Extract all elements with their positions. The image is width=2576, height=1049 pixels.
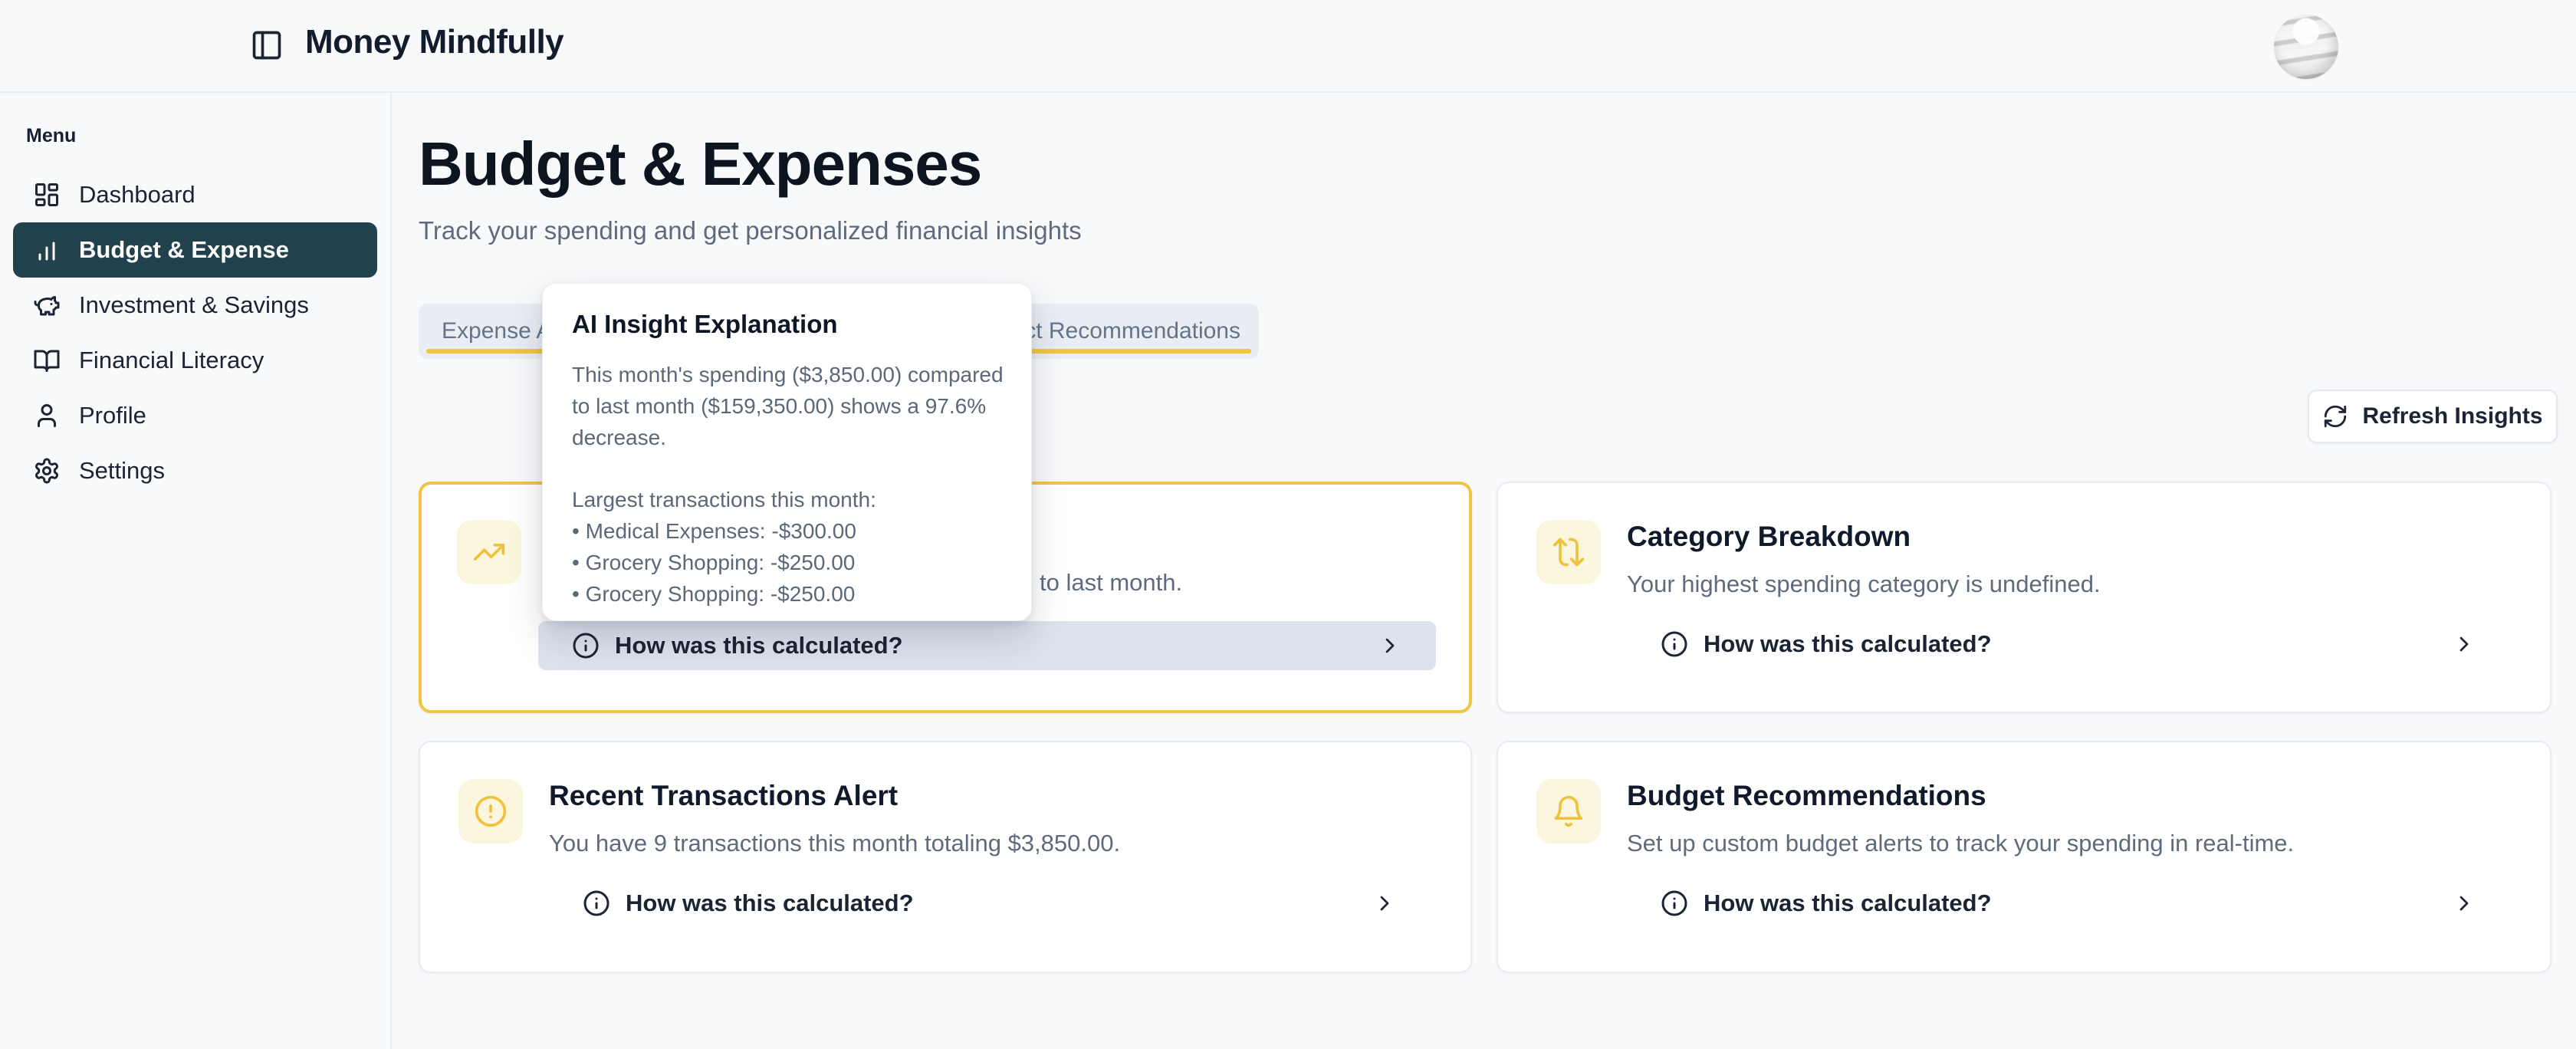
how-calculated-label: How was this calculated?: [1704, 890, 2452, 917]
dashboard-grid-icon: [33, 181, 61, 209]
how-calculated-label: How was this calculated?: [626, 890, 1372, 917]
sidebar-toggle-button[interactable]: [248, 28, 285, 64]
sidebar-item-profile[interactable]: Profile: [13, 388, 377, 443]
sidebar: Menu Dashboard Budget & Expense Investme…: [0, 94, 392, 1049]
popover-bullet: • Medical Expenses: -$300.00: [572, 515, 1016, 547]
repeat-icon: [1536, 520, 1601, 584]
refresh-insights-label: Refresh Insights: [2362, 403, 2542, 429]
bar-chart-icon: [33, 236, 61, 264]
sidebar-item-label: Financial Literacy: [79, 347, 264, 374]
how-calculated-button[interactable]: How was this calculated?: [549, 879, 1431, 928]
card-description-fragment: to last month.: [1040, 569, 1182, 597]
insight-card-budget-recommendations: Budget Recommendations Set up custom bud…: [1497, 741, 2551, 973]
card-title: Category Breakdown: [1627, 520, 2510, 554]
app-window: Money Mindfully Menu Dashboard Budget & …: [0, 0, 2576, 1049]
popover-title: AI Insight Explanation: [572, 310, 1016, 339]
how-calculated-label: How was this calculated?: [1704, 630, 2452, 658]
insight-card-category-breakdown: Category Breakdown Your highest spending…: [1497, 482, 2551, 713]
tab-recommendations[interactable]: ct Recommendations: [1024, 304, 1240, 359]
how-calculated-button[interactable]: How was this calculated?: [1627, 620, 2510, 669]
sidebar-item-settings[interactable]: Settings: [13, 443, 377, 498]
info-icon: [572, 632, 600, 659]
sidebar-nav: Dashboard Budget & Expense Investment & …: [0, 167, 390, 498]
sidebar-item-label: Budget & Expense: [79, 236, 289, 264]
chevron-right-icon: [2452, 891, 2476, 916]
refresh-insights-button[interactable]: Refresh Insights: [2308, 390, 2558, 443]
sidebar-item-investment-savings[interactable]: Investment & Savings: [13, 278, 377, 333]
info-icon: [1661, 890, 1688, 917]
info-icon: [1661, 630, 1688, 658]
insight-card-recent-transactions: Recent Transactions Alert You have 9 tra…: [419, 741, 1472, 973]
popover-text-line: decrease.: [572, 422, 1016, 453]
card-description: You have 9 transactions this month total…: [549, 828, 1431, 859]
popover-bullet: • Grocery Shopping: -$250.00: [572, 578, 1016, 610]
popover-spacer: [572, 453, 1016, 484]
card-title: Budget Recommendations: [1627, 779, 2510, 813]
info-icon: [583, 890, 610, 917]
chevron-right-icon: [1378, 633, 1402, 658]
gear-icon: [33, 457, 61, 485]
refresh-icon: [2322, 403, 2348, 429]
how-calculated-button[interactable]: How was this calculated?: [538, 621, 1436, 670]
sidebar-item-financial-literacy[interactable]: Financial Literacy: [13, 333, 377, 388]
app-title: Money Mindfully: [305, 23, 564, 61]
popover-body: This month's spending ($3,850.00) compar…: [572, 359, 1016, 610]
chevron-right-icon: [1372, 891, 1397, 916]
sidebar-item-label: Investment & Savings: [79, 291, 309, 319]
ai-insight-popover: AI Insight Explanation This month's spen…: [542, 283, 1032, 621]
card-title: Recent Transactions Alert: [549, 779, 1431, 813]
card-description: Your highest spending category is undefi…: [1627, 569, 2510, 600]
card-description: Set up custom budget alerts to track you…: [1627, 828, 2510, 859]
user-icon: [33, 402, 61, 429]
trending-up-icon: [457, 520, 521, 584]
popover-list-intro: Largest transactions this month:: [572, 484, 1016, 515]
sidebar-item-label: Settings: [79, 457, 165, 485]
sidebar-item-label: Dashboard: [79, 181, 196, 209]
chevron-right-icon: [2452, 632, 2476, 656]
how-calculated-button[interactable]: How was this calculated?: [1627, 879, 2510, 928]
page-title: Budget & Expenses: [419, 129, 981, 199]
sidebar-item-budget-expense[interactable]: Budget & Expense: [13, 222, 377, 278]
avatar[interactable]: [2274, 15, 2338, 79]
panel-left-icon: [250, 53, 284, 64]
sidebar-section-label: Menu: [26, 125, 390, 147]
open-book-icon: [33, 347, 61, 374]
how-calculated-label: How was this calculated?: [615, 632, 1378, 659]
popover-bullet: • Grocery Shopping: -$250.00: [572, 547, 1016, 578]
popover-text-line: to last month ($159,350.00) shows a 97.6…: [572, 390, 1016, 422]
bell-icon: [1536, 779, 1601, 843]
page-subtitle: Track your spending and get personalized…: [419, 216, 1082, 245]
tab-expense-analysis[interactable]: Expense A: [442, 304, 551, 359]
app-header: Money Mindfully: [0, 0, 2576, 93]
popover-text-line: This month's spending ($3,850.00) compar…: [572, 359, 1016, 390]
sidebar-item-label: Profile: [79, 402, 146, 429]
piggy-bank-icon: [33, 291, 61, 319]
sidebar-item-dashboard[interactable]: Dashboard: [13, 167, 377, 222]
alert-circle-icon: [458, 779, 523, 843]
